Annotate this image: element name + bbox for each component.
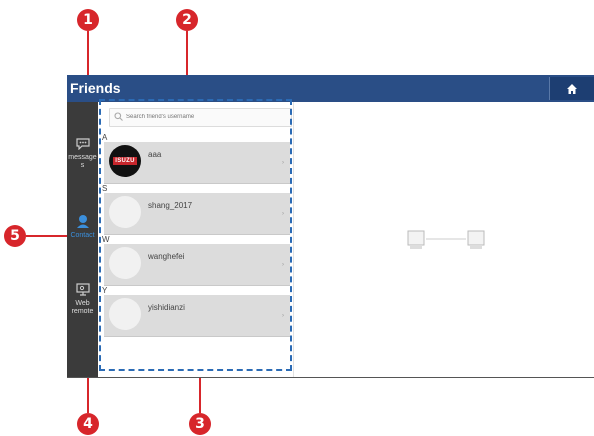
app-screen: Friends message s Contact Web remote Sea… [67, 75, 594, 378]
message-icon [75, 138, 90, 151]
callout-5: 5 [4, 225, 26, 247]
sidebar-item-web-remote[interactable]: Web remote [67, 283, 98, 316]
home-button[interactable] [549, 77, 594, 100]
friends-list-highlight [99, 99, 292, 371]
sidebar-item-label: Contact [70, 232, 95, 239]
sidebar: message s Contact Web remote [67, 102, 98, 377]
sidebar-item-label: message s [68, 154, 97, 169]
callout-1: 1 [77, 9, 99, 31]
sidebar-item-contact[interactable]: Contact [67, 214, 98, 240]
callout-4: 4 [77, 413, 99, 435]
callout-2: 2 [176, 9, 198, 31]
page-title: Friends [70, 80, 121, 96]
callout-3-line [199, 372, 201, 413]
title-bar: Friends [67, 75, 594, 102]
sidebar-item-messages[interactable]: message s [67, 138, 98, 170]
detail-area [294, 102, 594, 377]
callout-3: 3 [189, 413, 211, 435]
web-remote-icon [75, 283, 90, 296]
sidebar-item-label: Web remote [71, 300, 94, 315]
contact-icon [76, 215, 89, 228]
home-icon [567, 83, 577, 94]
device-connection-icon [407, 230, 485, 249]
